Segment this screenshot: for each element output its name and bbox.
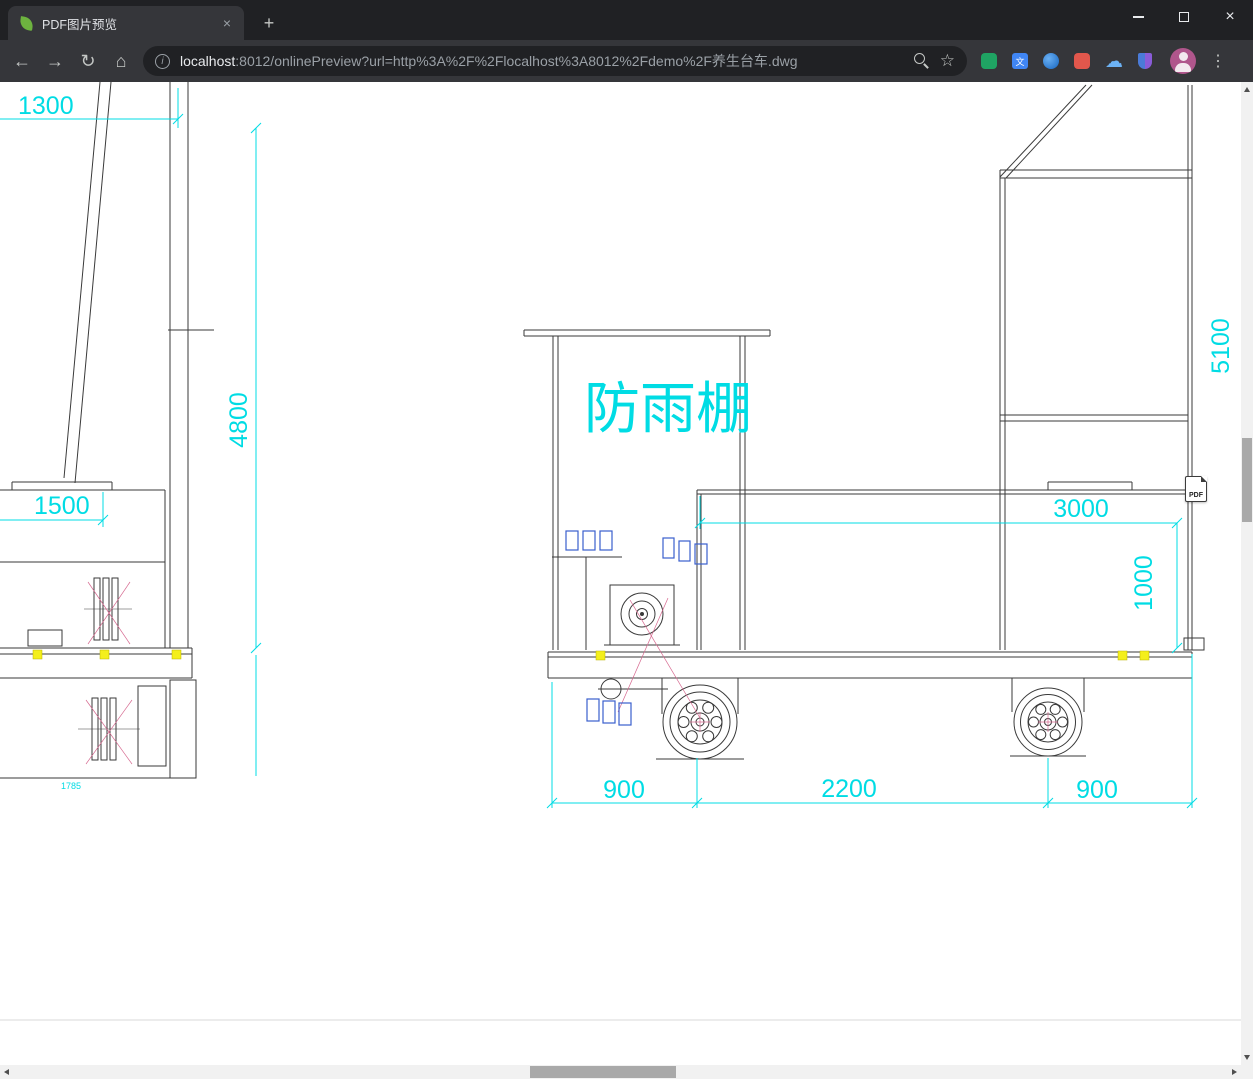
profile-avatar[interactable] [1170, 48, 1196, 74]
dim-left-top-width: 1300 [18, 92, 74, 120]
translate-extension-icon[interactable]: 文 [1012, 53, 1028, 69]
spring-leaf-favicon-icon [19, 15, 34, 31]
minimize-icon [1132, 16, 1144, 18]
dim-right-height: 5100 [1207, 318, 1235, 374]
dim-span-center: 2200 [821, 775, 877, 803]
vertical-scrollbar[interactable] [1241, 82, 1253, 1065]
extension-red-icon[interactable] [1074, 53, 1090, 69]
pdf-file-icon[interactable]: PDF [1185, 476, 1207, 502]
dim-span-right: 900 [1076, 776, 1118, 804]
canopy-label: 防雨棚 [584, 377, 752, 440]
dim-mast-height: 4800 [225, 392, 253, 448]
pdf-preview-area: 1300 4800 1500 1785 防雨棚 3000 1000 5100 9… [0, 82, 1241, 1065]
home-button[interactable]: ⌂ [107, 47, 135, 75]
shield-extension-icon[interactable] [1138, 53, 1152, 69]
close-icon: × [1225, 8, 1235, 25]
url-text[interactable]: localhost:8012/onlinePreview?url=http%3A… [180, 51, 906, 71]
extension-green-icon[interactable] [981, 53, 997, 69]
browser-menu-icon[interactable]: ⋮ [1208, 51, 1228, 71]
cad-centerlines [85, 581, 1058, 765]
window-controls: × [1115, 0, 1253, 34]
dim-bed-length: 3000 [1053, 495, 1109, 523]
minimize-button[interactable] [1115, 0, 1161, 34]
maximize-icon [1179, 12, 1189, 22]
page-info-icon[interactable]: i [155, 53, 170, 69]
extension-blue-circle-icon[interactable] [1043, 53, 1059, 69]
dim-span-left: 900 [603, 776, 645, 804]
extensions-row: 文 ☁ [981, 52, 1152, 70]
dim-base-detail: 1785 [61, 781, 81, 791]
dim-bed-height: 1000 [1130, 555, 1158, 611]
reload-button[interactable]: ↻ [74, 47, 102, 75]
back-button[interactable]: ← [8, 47, 36, 75]
cloud-extension-icon[interactable]: ☁ [1105, 52, 1123, 70]
vertical-scrollbar-thumb[interactable] [1242, 438, 1252, 522]
scroll-right-arrow-icon[interactable] [1232, 1068, 1237, 1075]
tab-title: PDF图片预览 [42, 17, 118, 32]
close-button[interactable]: × [1207, 0, 1253, 34]
cad-drawing: 1300 4800 1500 1785 防雨棚 3000 1000 5100 9… [0, 82, 1241, 1021]
window-titlebar: PDF图片预览 × + × [0, 0, 1253, 40]
tab-close-icon[interactable]: × [218, 14, 236, 32]
horizontal-scrollbar[interactable] [0, 1065, 1241, 1079]
url-host: localhost [180, 53, 236, 69]
cad-dimension-texts: 1300 4800 1500 1785 防雨棚 3000 1000 5100 9… [18, 92, 1235, 804]
zoom-icon[interactable] [913, 53, 930, 69]
scroll-left-arrow-icon[interactable] [4, 1068, 9, 1075]
browser-toolbar: ← → ↻ ⌂ i localhost:8012/onlinePreview?u… [0, 40, 1253, 82]
forward-button[interactable]: → [41, 47, 69, 75]
dim-base-width: 1500 [34, 492, 90, 520]
address-bar[interactable]: i localhost:8012/onlinePreview?url=http%… [143, 46, 967, 76]
scrollbar-corner [1241, 1065, 1253, 1079]
url-path: :8012/onlinePreview?url=http%3A%2F%2Floc… [235, 53, 798, 69]
bookmark-star-icon[interactable]: ☆ [940, 51, 955, 71]
scroll-up-arrow-icon[interactable] [1244, 87, 1250, 92]
new-tab-button[interactable]: + [258, 12, 280, 34]
horizontal-scrollbar-thumb[interactable] [530, 1066, 676, 1078]
maximize-button[interactable] [1161, 0, 1207, 34]
browser-tab[interactable]: PDF图片预览 × [8, 6, 244, 40]
scroll-down-arrow-icon[interactable] [1244, 1055, 1250, 1060]
pdf-file-icon-label: PDF [1189, 492, 1203, 499]
